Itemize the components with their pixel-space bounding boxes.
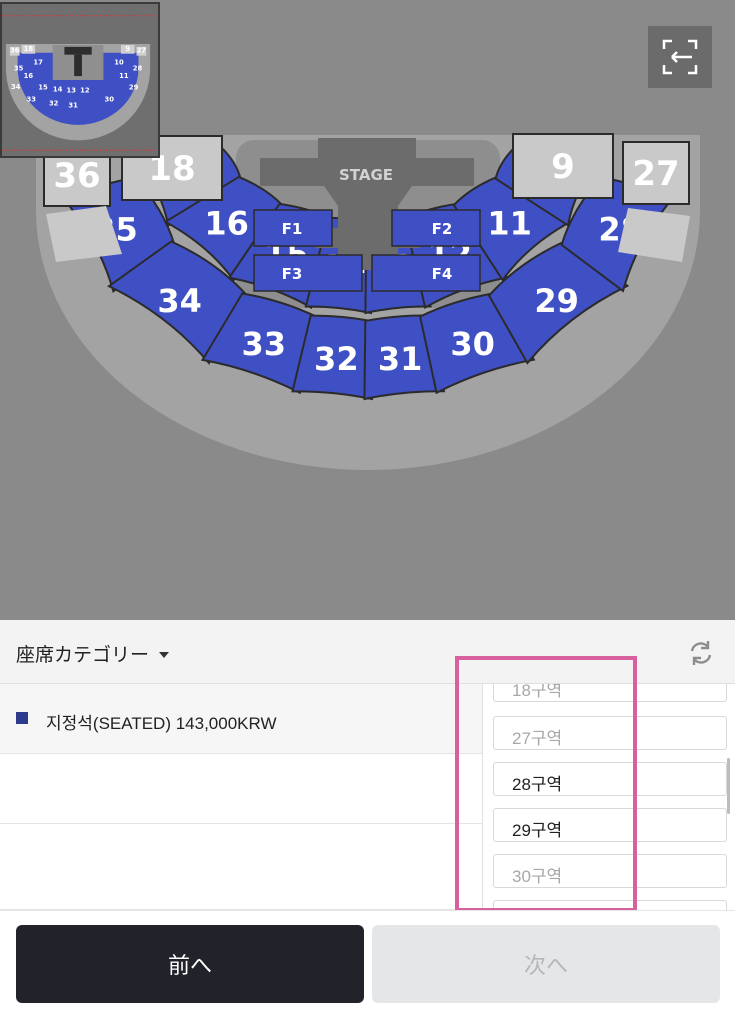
fullscreen-exit-button[interactable]	[648, 26, 712, 88]
section-label-33: 33	[242, 325, 287, 363]
zone-list-scrollbar[interactable]	[727, 758, 730, 814]
section-label-F3: F3	[282, 265, 303, 283]
stage-label: STAGE	[339, 166, 393, 184]
minimap-label-14: 14	[53, 86, 63, 94]
zone-item-28[interactable]: 28구역	[493, 762, 727, 796]
minimap-label-30: 30	[104, 95, 114, 103]
minimap-label-31: 31	[68, 101, 78, 109]
section-label-F2: F2	[432, 220, 453, 238]
refresh-button[interactable]	[686, 638, 716, 668]
zone-item-18[interactable]: 18구역	[493, 684, 727, 702]
minimap-label-34: 34	[11, 83, 21, 91]
caret-down-icon	[159, 651, 170, 658]
section-label-36: 36	[53, 156, 100, 196]
minimap-label-11: 11	[119, 72, 129, 80]
section-label-27: 27	[632, 154, 679, 194]
seated-price-label: 지정석(SEATED) 143,000KRW	[46, 714, 277, 733]
section-label-F4: F4	[432, 265, 453, 283]
minimap-thumbnail-icon: 36 18 9 27 17 10 35 28 16 11 34 15 14 13 12 29 33 32 31 30	[2, 15, 158, 151]
refresh-icon	[690, 641, 712, 665]
section-F3[interactable]	[253, 254, 363, 292]
minimap-label-16: 16	[24, 72, 34, 80]
minimap[interactable]: 36 18 9 27 17 10 35 28 16 11 34 15 14 13 12 29 33 32 31 30	[0, 2, 160, 158]
price-row-empty	[0, 754, 482, 824]
section-label-30: 30	[450, 325, 495, 363]
section-label-34: 34	[157, 282, 202, 320]
section-label-16: 16	[204, 205, 249, 243]
fullscreen-exit-icon	[662, 39, 698, 75]
zone-item-27[interactable]: 27구역	[493, 716, 727, 750]
zone-item-30[interactable]: 30구역	[493, 854, 727, 888]
minimap-label-36: 36	[10, 47, 20, 55]
section-label-9: 9	[551, 147, 575, 187]
next-button[interactable]: 次へ	[372, 925, 720, 1003]
minimap-label-13: 13	[66, 87, 76, 95]
seated-color-swatch	[16, 712, 28, 724]
section-label-32: 32	[314, 340, 359, 378]
seat-selection-panel: 座席カテゴリー 지정석(SEATED) 143,000KRW 18구역 27구역…	[0, 620, 735, 910]
minimap-label-9: 9	[125, 45, 130, 53]
price-row-seated[interactable]: 지정석(SEATED) 143,000KRW	[0, 684, 482, 754]
section-label-31: 31	[378, 340, 423, 378]
minimap-label-18: 18	[24, 45, 34, 53]
minimap-label-35: 35	[14, 64, 24, 72]
footer-nav: 前へ 次へ	[0, 910, 735, 1024]
zone-item-next[interactable]	[493, 900, 727, 910]
category-header: 座席カテゴリー	[0, 620, 735, 684]
minimap-label-15: 15	[38, 84, 48, 92]
zone-list[interactable]: 18구역 27구역 28구역 29구역 30구역	[482, 684, 735, 910]
zone-item-29[interactable]: 29구역	[493, 808, 727, 842]
category-title: 座席カテゴリー	[16, 645, 150, 666]
minimap-label-27: 27	[137, 47, 147, 55]
seat-map-area: 1716151413121110 3534333231302928 361892…	[0, 0, 735, 620]
minimap-label-17: 17	[33, 58, 43, 66]
price-row-empty	[0, 824, 482, 910]
minimap-label-12: 12	[80, 87, 90, 95]
minimap-label-33: 33	[27, 95, 37, 103]
minimap-label-28: 28	[133, 64, 143, 72]
minimap-label-29: 29	[129, 84, 139, 92]
minimap-label-10: 10	[114, 58, 124, 66]
prev-button[interactable]: 前へ	[16, 925, 364, 1003]
section-label-29: 29	[534, 282, 579, 320]
minimap-label-32: 32	[49, 99, 59, 107]
section-label-11: 11	[487, 205, 532, 243]
section-F4[interactable]	[371, 254, 481, 292]
section-label-F1: F1	[282, 220, 303, 238]
category-dropdown[interactable]: 座席カテゴリー	[16, 640, 170, 667]
